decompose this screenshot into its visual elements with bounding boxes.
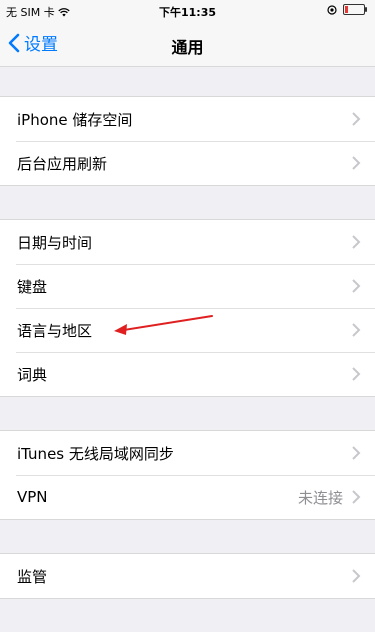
vpn-status-value: 未连接 bbox=[297, 488, 343, 507]
dictionary-cell[interactable]: 词典 bbox=[0, 352, 375, 396]
date-time-cell[interactable]: 日期与时间 bbox=[0, 220, 375, 264]
cell-label: 键盘 bbox=[17, 277, 48, 296]
status-right bbox=[327, 4, 367, 15]
battery-icon bbox=[343, 4, 367, 15]
cell-label: iTunes 无线局域网同步 bbox=[17, 444, 174, 463]
chevron-right-icon bbox=[352, 490, 361, 504]
annotation-arrow-icon bbox=[114, 315, 213, 335]
cell-label: iPhone 储存空间 bbox=[17, 110, 133, 129]
iphone-storage-cell[interactable]: iPhone 储存空间 bbox=[0, 97, 375, 141]
background-app-refresh-cell[interactable]: 后台应用刷新 bbox=[0, 141, 375, 185]
vpn-cell[interactable]: VPN 未连接 bbox=[0, 475, 375, 519]
chevron-right-icon bbox=[352, 323, 361, 337]
chevron-right-icon bbox=[352, 446, 361, 460]
cell-label: 日期与时间 bbox=[17, 233, 93, 252]
chevron-right-icon bbox=[352, 156, 361, 170]
itunes-wifi-sync-cell[interactable]: iTunes 无线局域网同步 bbox=[0, 431, 375, 475]
cell-label: 后台应用刷新 bbox=[17, 154, 108, 173]
cell-label: 监管 bbox=[17, 567, 48, 586]
status-bar: 无 SIM 卡 下午11:35 bbox=[0, 0, 375, 22]
cell-label: VPN bbox=[17, 488, 48, 506]
battery-level bbox=[345, 6, 348, 13]
settings-group-storage: iPhone 储存空间 后台应用刷新 bbox=[0, 96, 375, 186]
cell-label: 词典 bbox=[17, 365, 48, 384]
page-title: 通用 bbox=[171, 38, 204, 57]
cell-label: 语言与地区 bbox=[17, 321, 93, 340]
chevron-right-icon bbox=[352, 235, 361, 249]
chevron-right-icon bbox=[352, 279, 361, 293]
location-icon bbox=[327, 4, 337, 15]
chevron-right-icon bbox=[352, 112, 361, 126]
status-time: 下午11:35 bbox=[158, 6, 216, 19]
chevron-right-icon bbox=[352, 367, 361, 381]
settings-group-sync: iTunes 无线局域网同步 VPN 未连接 bbox=[0, 430, 375, 520]
navigation-bar: 设置 通用 bbox=[0, 22, 375, 67]
settings-group-supervision: 监管 bbox=[0, 553, 375, 599]
chevron-right-icon bbox=[352, 569, 361, 583]
keyboard-cell[interactable]: 键盘 bbox=[0, 264, 375, 308]
supervision-cell[interactable]: 监管 bbox=[0, 554, 375, 598]
